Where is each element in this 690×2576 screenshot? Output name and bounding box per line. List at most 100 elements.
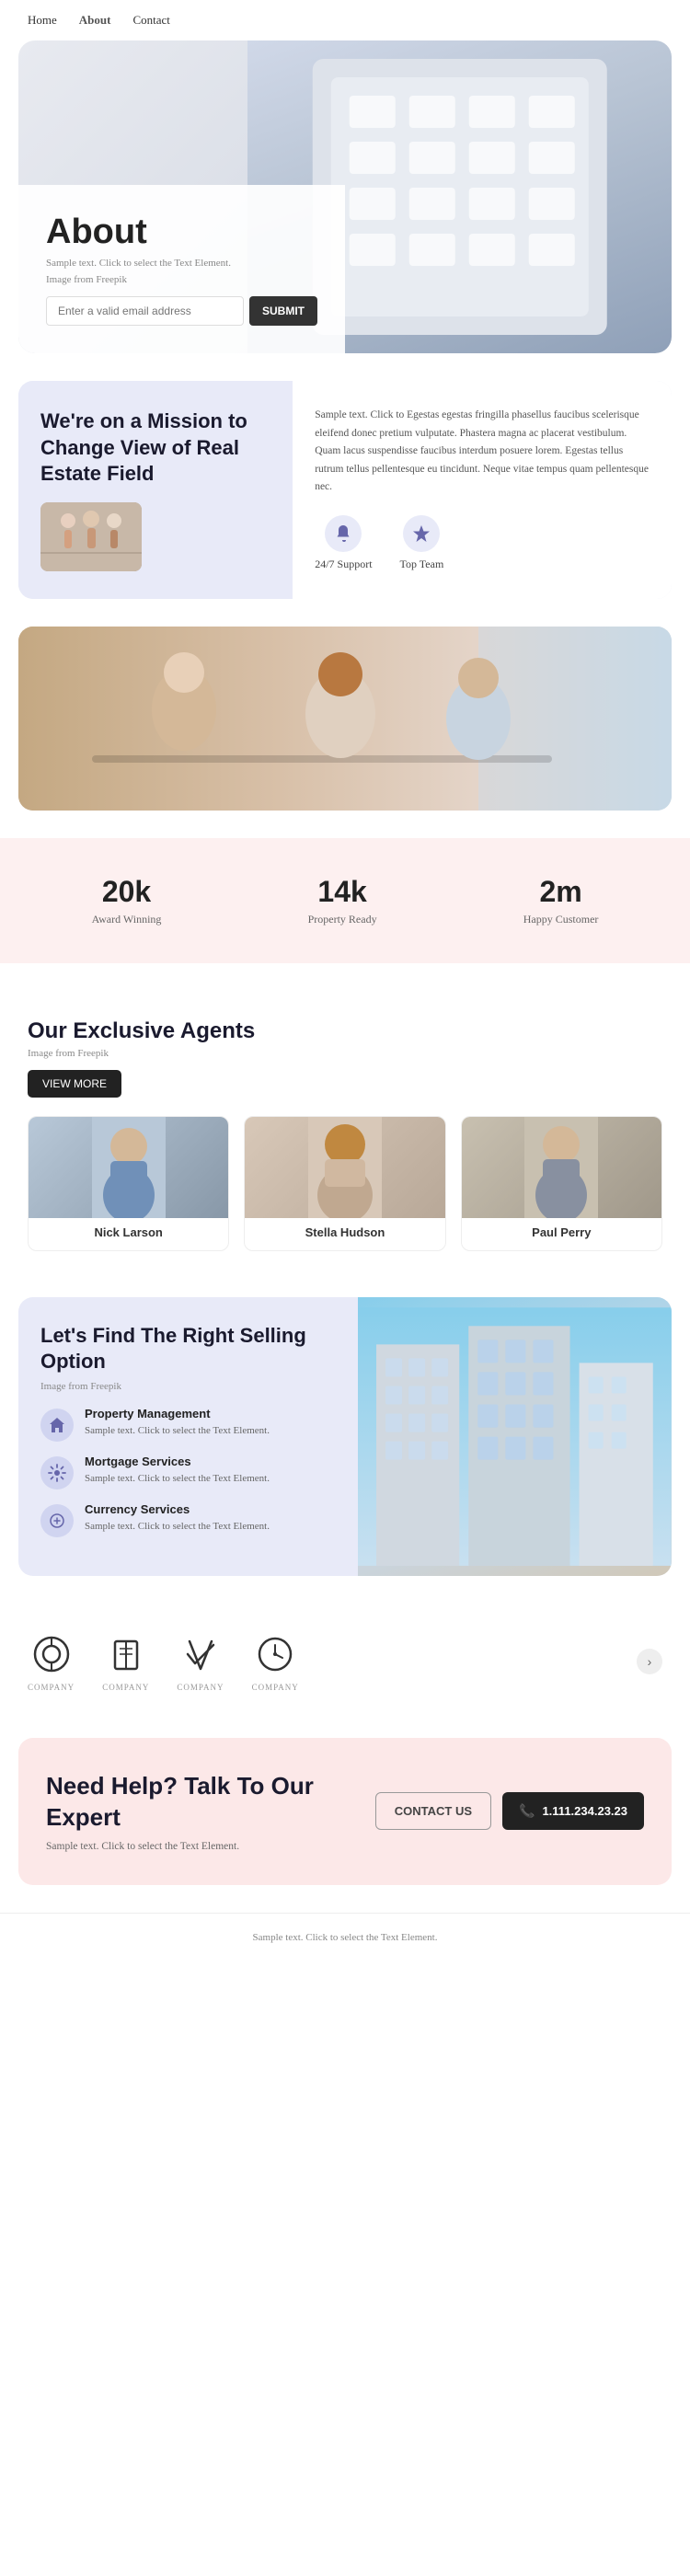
stat-customer-label: Happy Customer — [523, 913, 599, 926]
logo-book-icon — [106, 1634, 146, 1674]
service-currency: Currency Services Sample text. Click to … — [40, 1502, 336, 1537]
footer: Sample text. Click to select the Text El… — [0, 1913, 690, 1961]
gear-icon — [48, 1464, 66, 1482]
help-title: Need Help? Talk To Our Expert — [46, 1771, 357, 1834]
agent-nick-illustration — [92, 1117, 166, 1218]
agent-photo-paul — [462, 1117, 661, 1218]
service-mortgage-title: Mortgage Services — [85, 1455, 270, 1468]
nav-about[interactable]: About — [79, 13, 111, 28]
agent-card-nick: Nick Larson — [28, 1116, 229, 1251]
agent-image — [40, 502, 142, 571]
agent-card-paul: Paul Perry — [461, 1116, 662, 1251]
hero-section: About Sample text. Click to select the T… — [18, 40, 672, 353]
support-label: 24/7 Support — [315, 558, 372, 571]
view-more-button[interactable]: VIEW MORE — [28, 1070, 121, 1098]
agent-name-stella: Stella Hudson — [245, 1218, 444, 1239]
service-currency-content: Currency Services Sample text. Click to … — [85, 1502, 270, 1535]
logo-item-4: COMPANY — [252, 1631, 299, 1692]
agent-photo-nick — [29, 1117, 228, 1218]
stat-customer-number: 2m — [523, 875, 599, 909]
selling-image-credit: Image from Freepik — [40, 1381, 336, 1392]
help-left: Need Help? Talk To Our Expert Sample tex… — [46, 1771, 357, 1852]
nav-home[interactable]: Home — [28, 13, 57, 28]
bell-icon — [333, 523, 353, 544]
logos-section: COMPANY COMPANY — [0, 1604, 690, 1719]
phone-icon: 📞 — [519, 1803, 535, 1819]
meeting-illustration — [18, 627, 672, 811]
phone-button[interactable]: 📞 1.111.234.23.23 — [502, 1792, 644, 1830]
hero-title: About — [46, 213, 317, 252]
help-section: Need Help? Talk To Our Expert Sample tex… — [18, 1738, 672, 1885]
agents-grid: Nick Larson Stella Hudson — [28, 1116, 662, 1251]
mission-right: Sample text. Click to Egestas egestas fr… — [293, 381, 672, 599]
logo-item-1: COMPANY — [28, 1631, 75, 1692]
house-icon — [48, 1416, 66, 1434]
logo-label-2: COMPANY — [102, 1683, 149, 1692]
nav-contact[interactable]: Contact — [132, 13, 169, 28]
agent-name-paul: Paul Perry — [462, 1218, 661, 1239]
agent-name-nick: Nick Larson — [29, 1218, 228, 1239]
wide-image-section — [18, 627, 672, 811]
logo-label-1: COMPANY — [28, 1683, 75, 1692]
agents-illustration — [40, 502, 142, 571]
email-form: SUBMIT — [46, 296, 317, 326]
team-icon — [403, 515, 440, 552]
stat-award-label: Award Winning — [92, 913, 162, 926]
mission-section: We're on a Mission to Change View of Rea… — [18, 381, 672, 599]
navigation: Home About Contact — [0, 0, 690, 40]
service-property: Property Management Sample text. Click t… — [40, 1407, 336, 1442]
star-icon — [411, 523, 431, 544]
agents-section: Our Exclusive Agents Image from Freepik … — [0, 991, 690, 1279]
agent-stella-illustration — [308, 1117, 382, 1218]
footer-text: Sample text. Click to select the Text El… — [18, 1932, 672, 1943]
service-property-desc: Sample text. Click to select the Text El… — [85, 1423, 270, 1439]
stats-section: 20k Award Winning 14k Property Ready 2m … — [0, 838, 690, 963]
stat-property-number: 14k — [308, 875, 377, 909]
logos-container: COMPANY COMPANY — [28, 1631, 637, 1692]
currency-icon — [40, 1504, 74, 1537]
feature-support: 24/7 Support — [315, 515, 372, 571]
contact-us-button[interactable]: CONTACT US — [375, 1792, 491, 1830]
support-icon — [325, 515, 362, 552]
logo-item-3: COMPANY — [177, 1631, 224, 1692]
logo-item-2: COMPANY — [102, 1631, 149, 1692]
mission-features: 24/7 Support Top Team — [315, 515, 650, 571]
logo-check-icon — [180, 1634, 221, 1674]
logo-icon-2 — [103, 1631, 149, 1677]
selling-section: Let's Find The Right Selling Option Imag… — [18, 1297, 672, 1576]
agents-image-credit: Image from Freepik — [28, 1048, 662, 1059]
feature-team: Top Team — [400, 515, 444, 571]
help-description: Sample text. Click to select the Text El… — [46, 1841, 357, 1852]
submit-button[interactable]: SUBMIT — [249, 296, 317, 326]
building-photo — [358, 1297, 672, 1576]
mission-title: We're on a Mission to Change View of Rea… — [40, 408, 270, 488]
logos-next-button[interactable]: › — [637, 1649, 662, 1674]
service-mortgage: Mortgage Services Sample text. Click to … — [40, 1455, 336, 1489]
agent-card-stella: Stella Hudson — [244, 1116, 445, 1251]
team-label: Top Team — [400, 558, 444, 571]
phone-number: 1.111.234.23.23 — [542, 1804, 627, 1818]
stat-property: 14k Property Ready — [308, 875, 377, 926]
hero-sample-text: Sample text. Click to select the Text El… — [46, 258, 317, 269]
logo-label-4: COMPANY — [252, 1683, 299, 1692]
meeting-svg — [18, 627, 672, 811]
selling-left: Let's Find The Right Selling Option Imag… — [18, 1297, 358, 1576]
stat-award-number: 20k — [92, 875, 162, 909]
agent-photo-stella — [245, 1117, 444, 1218]
service-currency-desc: Sample text. Click to select the Text El… — [85, 1519, 270, 1535]
mission-description: Sample text. Click to Egestas egestas fr… — [315, 407, 650, 497]
logo-circle-icon — [31, 1634, 72, 1674]
mortgage-icon — [40, 1456, 74, 1489]
stat-award: 20k Award Winning — [92, 875, 162, 926]
stat-customer: 2m Happy Customer — [523, 875, 599, 926]
logo-icon-3 — [178, 1631, 224, 1677]
currency-icon-svg — [48, 1512, 66, 1530]
selling-right — [358, 1297, 672, 1576]
service-property-title: Property Management — [85, 1407, 270, 1420]
office-building-svg — [358, 1297, 672, 1576]
email-input[interactable] — [46, 296, 244, 326]
service-mortgage-content: Mortgage Services Sample text. Click to … — [85, 1455, 270, 1487]
hero-content: About Sample text. Click to select the T… — [18, 185, 345, 353]
logo-icon-4 — [252, 1631, 298, 1677]
stat-property-label: Property Ready — [308, 913, 377, 926]
